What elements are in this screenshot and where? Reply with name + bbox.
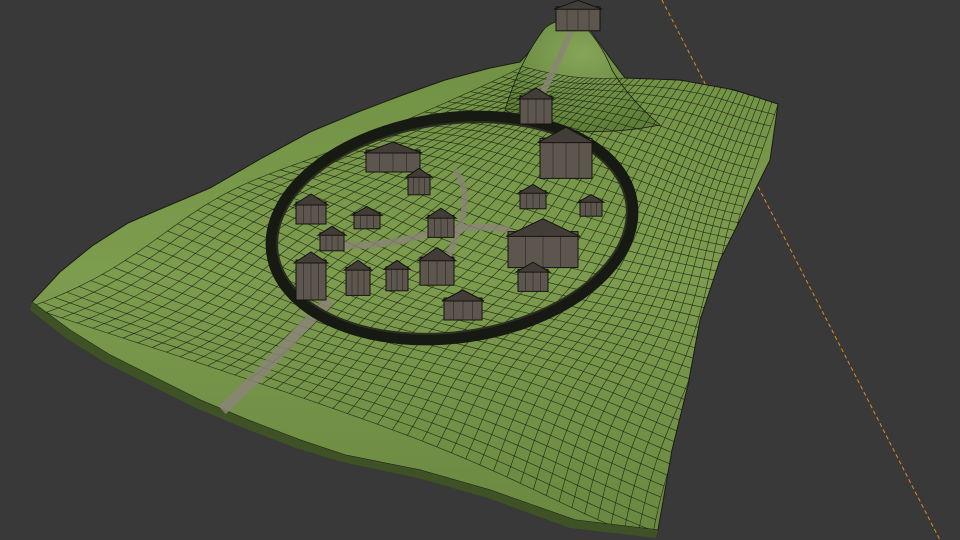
3d-viewport[interactable] — [0, 0, 960, 540]
scene-canvas[interactable] — [0, 0, 960, 540]
building-roof — [553, 0, 603, 10]
building-hut-3[interactable] — [292, 251, 330, 301]
building-keep[interactable] — [553, 0, 603, 32]
